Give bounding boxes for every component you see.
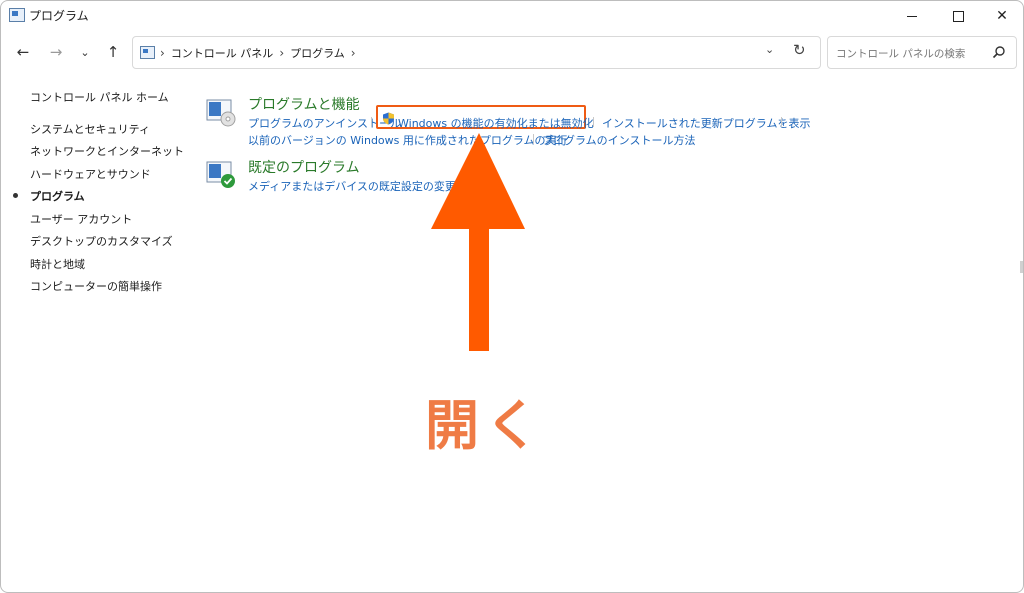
link-separator [781, 117, 782, 127]
breadcrumb-separator-icon[interactable]: › [160, 46, 165, 60]
link-separator [371, 117, 372, 127]
forward-button[interactable]: → [44, 41, 68, 63]
arrow-left-icon: ← [16, 43, 30, 61]
maximize-button[interactable] [935, 1, 981, 31]
control-panel-icon [140, 46, 155, 59]
default-programs-icon [206, 161, 235, 188]
title-bar: プログラム ✕ [1, 1, 1023, 31]
close-icon: ✕ [996, 8, 1008, 24]
up-button[interactable]: ↑ [101, 41, 125, 63]
recent-locations-button[interactable]: ⌄ [73, 41, 97, 63]
arrow-right-icon: → [49, 43, 63, 61]
scrollbar-edge[interactable] [1020, 261, 1023, 273]
navigation-bar: ← → ⌄ ↑ › コントロール パネル › プログラム › ⌄ ↻ コントロー… [1, 35, 1023, 69]
arrow-up-icon: ↑ [106, 43, 120, 61]
sidebar-item-personalization[interactable]: デスクトップのカスタマイズ [30, 233, 173, 249]
chevron-down-icon: ⌄ [80, 45, 90, 59]
search-input[interactable]: コントロール パネルの検索 [827, 36, 1017, 69]
how-to-install-link[interactable]: プログラムのインストール方法 [542, 132, 695, 148]
sidebar-item-home[interactable]: コントロール パネル ホーム [30, 89, 169, 105]
default-programs-title[interactable]: 既定のプログラム [248, 157, 360, 177]
back-button[interactable]: ← [11, 41, 35, 63]
installed-updates-link[interactable]: インストールされた更新プログラムを表示 [602, 115, 810, 131]
breadcrumb-separator-icon[interactable]: › [351, 46, 356, 60]
link-separator [533, 134, 534, 144]
minimize-button[interactable] [889, 1, 935, 31]
control-panel-window: プログラム ✕ ← → ⌄ ↑ › コントロール パネル › プログラム › ⌄… [0, 0, 1024, 593]
link-separator [593, 117, 594, 127]
annotation-label: 開く [425, 394, 545, 457]
sidebar-item-system-security[interactable]: システムとセキュリティ [30, 121, 150, 137]
breadcrumb-separator-icon[interactable]: › [279, 46, 284, 60]
sidebar-item-hardware-sound[interactable]: ハードウェアとサウンド [30, 166, 151, 182]
minimize-icon [907, 15, 917, 17]
search-icon[interactable] [992, 45, 1006, 59]
uac-shield-icon [383, 112, 394, 125]
address-bar[interactable]: › コントロール パネル › プログラム › ⌄ ↻ [132, 36, 821, 69]
sidebar-item-network[interactable]: ネットワークとインターネット [30, 143, 184, 159]
sidebar-item-user-accounts[interactable]: ユーザー アカウント [30, 211, 132, 227]
media-defaults-link[interactable]: メディアまたはデバイスの既定設定の変更 [248, 178, 456, 194]
search-placeholder: コントロール パネルの検索 [836, 48, 966, 60]
sidebar-item-ease-of-access[interactable]: コンピューターの簡単操作 [30, 278, 162, 294]
close-button[interactable]: ✕ [979, 1, 1023, 31]
windows-features-link[interactable]: Windows の機能の有効化または無効化 [398, 115, 594, 131]
breadcrumb-programs[interactable]: プログラム [290, 45, 345, 61]
address-dropdown-icon[interactable]: ⌄ [765, 43, 774, 56]
annotation-arrow-icon [431, 133, 525, 351]
maximize-icon [952, 10, 964, 22]
sidebar-item-programs[interactable]: プログラム [30, 188, 85, 204]
breadcrumb: › コントロール パネル › プログラム › [160, 45, 356, 61]
control-panel-icon [9, 8, 25, 22]
sidebar-item-clock-region[interactable]: 時計と地域 [30, 256, 85, 272]
programs-features-icon [206, 99, 236, 127]
active-bullet-icon [13, 193, 18, 198]
refresh-icon[interactable]: ↻ [793, 41, 806, 59]
programs-features-title[interactable]: プログラムと機能 [248, 94, 360, 114]
window-title: プログラム [29, 9, 89, 23]
breadcrumb-control-panel[interactable]: コントロール パネル [171, 45, 274, 61]
